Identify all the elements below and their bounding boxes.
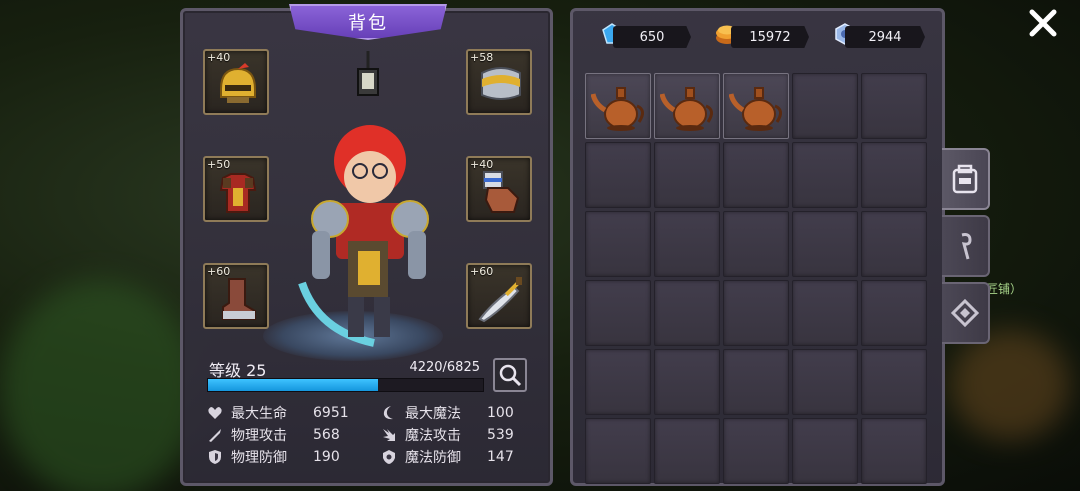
inventory-slot-empty[interactable]: [585, 418, 651, 484]
inventory-slot-empty[interactable]: [585, 211, 651, 277]
magnifier-icon: [499, 364, 522, 387]
teapot-icon: [660, 87, 713, 131]
stat-label: 最大魔法: [405, 406, 461, 422]
inventory-slot-empty[interactable]: [723, 418, 789, 484]
inventory-slot-empty[interactable]: [585, 142, 651, 208]
inventory-slot-empty[interactable]: [792, 280, 858, 346]
inventory-slot-empty[interactable]: [654, 418, 720, 484]
stat-phys-def: 物理防御: [207, 446, 287, 468]
helmet-icon: [220, 63, 256, 103]
sword-icon: [478, 277, 522, 323]
shield-icon: [209, 450, 221, 464]
gem-counter: 650: [613, 26, 691, 48]
sword-small-icon: [209, 429, 221, 442]
inspect-button[interactable]: [493, 358, 527, 392]
gloves-icon: [483, 171, 520, 213]
inventory-slot-empty[interactable]: [654, 280, 720, 346]
teapot-icon: [729, 87, 782, 131]
rune-tab-icon: [951, 299, 979, 327]
stat-value: 568: [313, 427, 340, 443]
inventory-slot-empty[interactable]: [792, 73, 858, 139]
heart-icon: [208, 407, 222, 419]
gold-counter: 15972: [731, 26, 809, 48]
inventory-slot-empty[interactable]: [792, 418, 858, 484]
inventory-slot-empty[interactable]: [861, 73, 927, 139]
inventory-slot-empty[interactable]: [792, 211, 858, 277]
tab-backpack[interactable]: [942, 148, 990, 210]
panel-title: 背包: [289, 4, 447, 40]
inventory-grid: [585, 73, 927, 484]
equip-slot-boots[interactable]: +60: [203, 263, 269, 329]
shop-hint-text: 匠铺）: [986, 282, 1023, 296]
inventory-slot-empty[interactable]: [861, 142, 927, 208]
inventory-slot-empty[interactable]: [861, 349, 927, 415]
armor-icon: [219, 173, 257, 213]
inventory-slot-empty[interactable]: [585, 349, 651, 415]
inventory-slot-empty[interactable]: [585, 280, 651, 346]
background-foliage: [0, 280, 200, 491]
inventory-panel: 650 15972 2944: [570, 8, 945, 486]
magic-shield-icon: [383, 450, 395, 464]
moon-icon: [383, 406, 393, 420]
stat-label: 物理攻击: [231, 428, 287, 444]
equip-slot-gloves[interactable]: +40: [466, 156, 532, 222]
exp-bar: [207, 378, 484, 392]
inventory-slot-empty[interactable]: [861, 211, 927, 277]
stat-max-mp: 最大魔法: [381, 402, 461, 424]
close-icon: [1029, 9, 1057, 37]
tab-rune[interactable]: [942, 282, 990, 344]
shoulder-icon: [481, 67, 521, 100]
inventory-slot-empty[interactable]: [654, 142, 720, 208]
stat-value: 100: [487, 405, 514, 421]
inventory-slot-empty[interactable]: [861, 418, 927, 484]
inventory-slot-empty[interactable]: [723, 349, 789, 415]
equip-slot-weapon[interactable]: +60: [466, 263, 532, 329]
stat-value: 539: [487, 427, 514, 443]
inventory-slot-teapot[interactable]: [585, 73, 651, 139]
stat-value: 190: [313, 449, 340, 465]
inventory-slot-empty[interactable]: [861, 280, 927, 346]
tab-staff[interactable]: [942, 215, 990, 277]
stat-max-hp: 最大生命: [207, 402, 287, 424]
equip-slot-helmet[interactable]: +40: [203, 49, 269, 115]
character-panel: 背包 +40 +50 +60 +58 +40 +60 等级 25 4220/68…: [180, 4, 553, 486]
inventory-slot-empty[interactable]: [723, 211, 789, 277]
inventory-slot-empty[interactable]: [792, 142, 858, 208]
inventory-slot-empty[interactable]: [723, 280, 789, 346]
exp-bar-fill: [208, 379, 378, 391]
stat-label: 物理防御: [231, 450, 287, 466]
inventory-slot-empty[interactable]: [654, 211, 720, 277]
staff-tab-icon: [961, 233, 972, 260]
inventory-slot-teapot[interactable]: [723, 73, 789, 139]
teapot-icon: [591, 87, 644, 131]
crystal-counter: 2944: [845, 26, 925, 48]
stat-value: 147: [487, 449, 514, 465]
background-glow: [950, 330, 1070, 440]
close-button[interactable]: [1024, 5, 1062, 41]
hero-character[interactable]: [278, 51, 458, 361]
stat-value: 6951: [313, 405, 349, 421]
equip-slot-chest[interactable]: +50: [203, 156, 269, 222]
stat-label: 最大生命: [231, 406, 287, 422]
boots-icon: [222, 278, 256, 320]
magic-burst-icon: [383, 429, 395, 441]
stat-label: 魔法防御: [405, 450, 461, 466]
equip-slot-shoulder[interactable]: +58: [466, 49, 532, 115]
inventory-slot-empty[interactable]: [792, 349, 858, 415]
inventory-slot-teapot[interactable]: [654, 73, 720, 139]
stat-magic-def: 魔法防御: [381, 446, 461, 468]
stat-label: 魔法攻击: [405, 428, 461, 444]
inventory-slot-empty[interactable]: [723, 142, 789, 208]
stat-magic-atk: 魔法攻击: [381, 424, 461, 446]
inventory-slot-empty[interactable]: [654, 349, 720, 415]
stat-phys-atk: 物理攻击: [207, 424, 287, 446]
backpack-tab-icon: [952, 164, 978, 194]
exp-text: 4220/6825: [409, 360, 480, 375]
